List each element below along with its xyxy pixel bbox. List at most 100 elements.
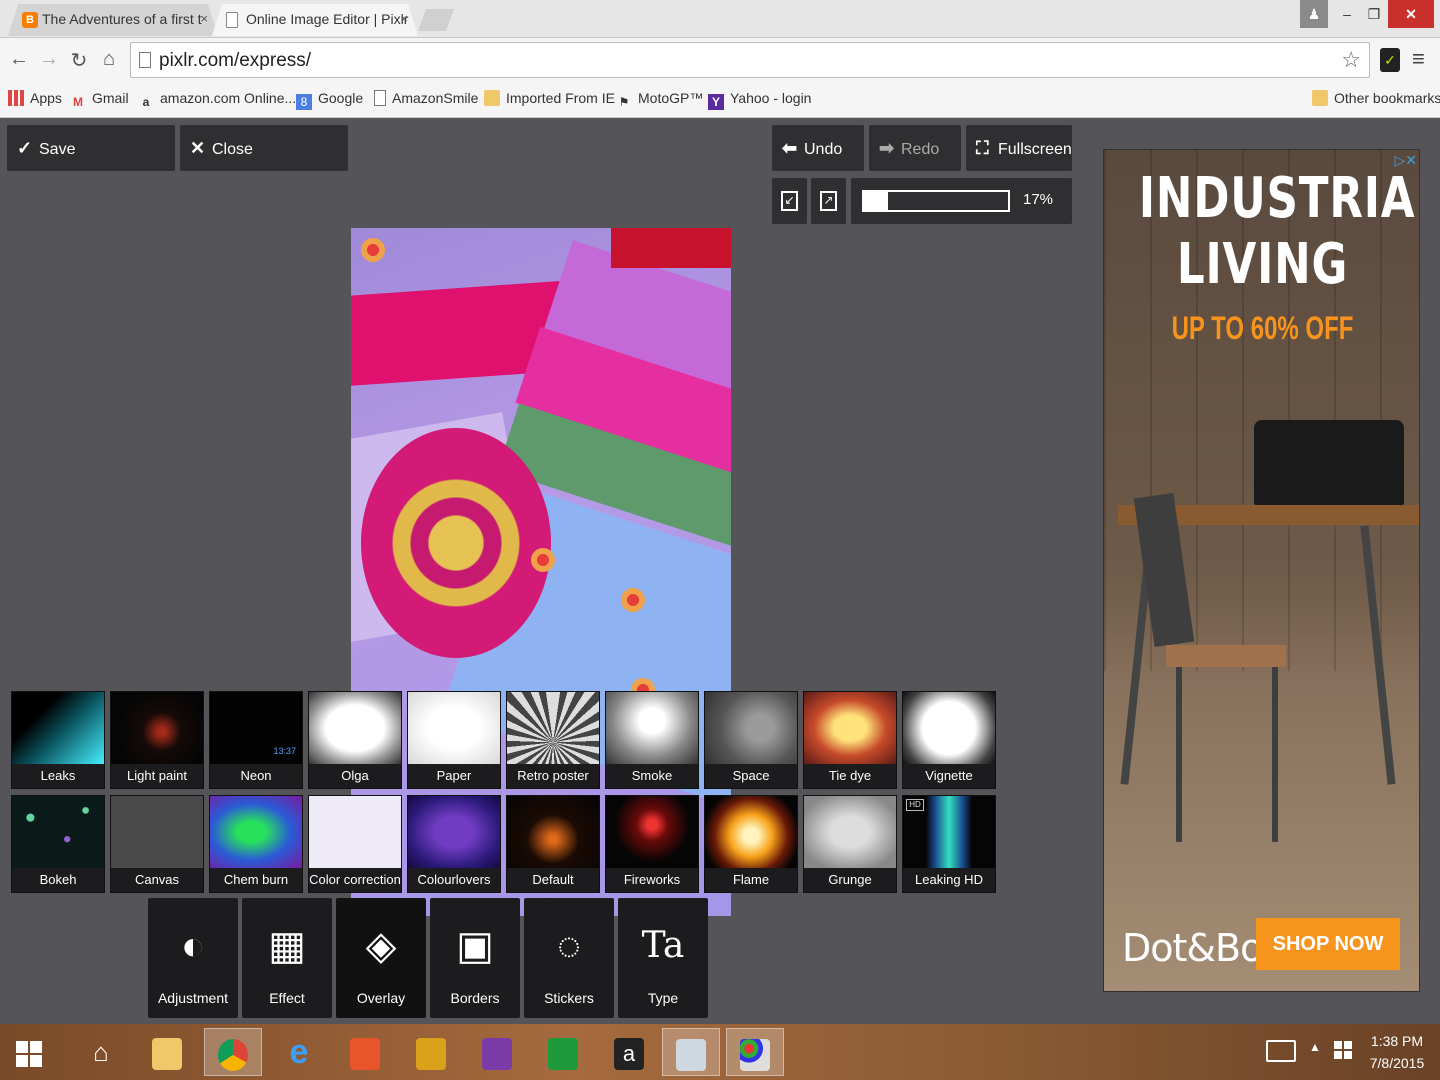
bookmark-yahoo[interactable]: Y Yahoo - login — [708, 90, 811, 110]
overlay-item-paper[interactable]: Paper — [407, 691, 501, 789]
onenote-icon[interactable] — [468, 1028, 526, 1076]
overlay-item-grunge[interactable]: Grunge — [803, 795, 897, 893]
reload-icon[interactable]: ↻ — [66, 48, 92, 73]
window-close-icon[interactable]: ✕ — [1388, 0, 1434, 28]
overlay-item-leaks[interactable]: Leaks — [11, 691, 105, 789]
monitor-icon[interactable] — [662, 1028, 720, 1076]
shop-now-button[interactable]: SHOP NOW — [1256, 918, 1400, 970]
overlay-label: Leaks — [40, 768, 76, 783]
bookmark-amazonsmile[interactable]: AmazonSmile — [374, 90, 478, 106]
fullscreen-icon: ⛶ — [976, 138, 989, 158]
save-button[interactable]: ✓ Save — [7, 125, 175, 171]
clock-time[interactable]: 1:38 PM — [1362, 1033, 1432, 1049]
internet-explorer-icon[interactable]: e — [270, 1028, 328, 1076]
zoom-fit-button[interactable]: ↙ — [772, 178, 807, 224]
gmail-icon: M — [73, 95, 83, 109]
tool-effect[interactable]: ▦ Effect — [242, 898, 332, 1018]
file-explorer-icon[interactable] — [138, 1028, 196, 1076]
overlay-item-default[interactable]: Default — [506, 795, 600, 893]
url-text: pixlr.com/express/ — [159, 50, 312, 71]
action-center-icon[interactable] — [1334, 1041, 1352, 1059]
paint-icon[interactable] — [726, 1028, 784, 1076]
close-icon: ✕ — [190, 138, 206, 158]
chevron-up-icon[interactable]: ▲ — [1309, 1040, 1321, 1054]
overlay-item-tiedye[interactable]: Tie dye — [803, 691, 897, 789]
photo-region — [611, 228, 731, 268]
close-button[interactable]: ✕ Close — [180, 125, 348, 171]
fullscreen-button[interactable]: ⛶ Fullscreen — [966, 125, 1072, 171]
overlay-item-fireworks[interactable]: Fireworks — [605, 795, 699, 893]
overlay-item-canvas[interactable]: Canvas — [110, 795, 204, 893]
ad-logo: Dot&Bo — [1122, 926, 1263, 970]
bookmark-apps[interactable]: Apps — [8, 90, 62, 106]
overlay-thumbnail — [12, 692, 104, 764]
bookmark-motogp[interactable]: ⚑ MotoGP™ — [616, 90, 704, 110]
overlay-item-colorcorr[interactable]: Color correction — [308, 795, 402, 893]
overlay-item-neon[interactable]: 13:37 Neon — [209, 691, 303, 789]
amazon-icon[interactable]: a — [600, 1028, 658, 1076]
zoom-actual-button[interactable]: ↗ — [811, 178, 846, 224]
restore-icon[interactable]: ❐ — [1360, 0, 1388, 28]
bookmark-gmail[interactable]: M Gmail — [70, 90, 129, 110]
photos-icon[interactable] — [336, 1028, 394, 1076]
overlay-item-retro[interactable]: Retro poster — [506, 691, 600, 789]
page-icon — [139, 52, 151, 68]
menu-icon[interactable]: ≡ — [1412, 46, 1425, 72]
overlay-thumbnail — [606, 796, 698, 868]
tool-type[interactable]: Ta Type — [618, 898, 708, 1018]
overlay-item-chemburn[interactable]: Chem burn — [209, 795, 303, 893]
overlay-item-space[interactable]: Space — [704, 691, 798, 789]
minimize-icon[interactable]: – — [1334, 0, 1360, 28]
start-button[interactable] — [0, 1028, 58, 1076]
forward-icon[interactable]: → — [36, 48, 62, 71]
bookmark-other[interactable]: Other bookmarks — [1312, 90, 1440, 106]
tab-pixlr[interactable]: Online Image Editor | Pixlr × — [212, 4, 418, 36]
notes-icon[interactable] — [402, 1028, 460, 1076]
address-bar[interactable]: pixlr.com/express/ ☆ — [130, 42, 1370, 78]
bookmark-amazon[interactable]: a amazon.com Online... — [138, 90, 297, 110]
overlay-item-olga[interactable]: Olga — [308, 691, 402, 789]
overlay-label: Colourlovers — [417, 872, 491, 887]
overlay-item-flame[interactable]: Flame — [704, 795, 798, 893]
overlay-item-lightpaint[interactable]: Light paint — [110, 691, 204, 789]
chair-leg — [1176, 667, 1182, 842]
bookmark-google[interactable]: 8 Google — [296, 90, 363, 110]
tab-close-icon[interactable]: × — [200, 4, 208, 34]
home-icon[interactable]: ⌂ — [96, 48, 122, 71]
clock-date[interactable]: 7/8/2015 — [1362, 1055, 1432, 1071]
undo-arrow-icon: ⬅ — [782, 138, 798, 158]
overlay-item-bokeh[interactable]: Bokeh — [11, 795, 105, 893]
overlay-label: Vignette — [925, 768, 973, 783]
typewriter-image — [1254, 420, 1404, 505]
undo-button[interactable]: ⬅ Undo — [772, 125, 864, 171]
tab-blog[interactable]: B The Adventures of a first t × — [8, 4, 218, 36]
new-tab-button[interactable] — [418, 9, 454, 31]
chrome-icon[interactable] — [204, 1028, 262, 1076]
tool-borders[interactable]: ▣ Borders — [430, 898, 520, 1018]
overlay-item-leakinghd[interactable]: HD Leaking HD — [902, 795, 996, 893]
back-icon[interactable]: ← — [6, 48, 32, 71]
bookmark-star-icon[interactable]: ☆ — [1341, 47, 1361, 73]
tool-stickers[interactable]: ◌ Stickers — [524, 898, 614, 1018]
overlay-thumbnail — [507, 692, 599, 764]
overlay-label: Light paint — [127, 768, 187, 783]
tool-adjustment[interactable]: ◐ Adjustment — [148, 898, 238, 1018]
excel-icon[interactable] — [534, 1028, 592, 1076]
taskbar: ⌂ e a — [0, 1024, 1440, 1080]
bookmark-imported-from-ie[interactable]: Imported From IE — [484, 90, 615, 106]
overlay-thumbnail — [408, 692, 500, 764]
redo-button[interactable]: ➡ Redo — [869, 125, 961, 171]
extension-icon[interactable]: ✓ — [1380, 48, 1400, 72]
overlay-item-colourlovers[interactable]: Colourlovers — [407, 795, 501, 893]
user-icon[interactable]: ♟ — [1300, 0, 1328, 28]
tool-bar: ◐ Adjustment ▦ Effect ◈ Overlay ▣ Borders ◌ Stick… — [148, 898, 708, 1018]
keyboard-icon[interactable] — [1266, 1040, 1296, 1062]
tool-overlay[interactable]: ◈ Overlay — [336, 898, 426, 1018]
tab-close-icon[interactable]: × — [400, 4, 408, 34]
home-icon[interactable]: ⌂ — [72, 1028, 130, 1076]
zoom-slider[interactable] — [862, 190, 1010, 212]
overlay-item-smoke[interactable]: Smoke — [605, 691, 699, 789]
overlay-item-vignette[interactable]: Vignette — [902, 691, 996, 789]
overlay-thumbnail — [408, 796, 500, 868]
advertisement[interactable]: ▷✕ INDUSTRIAL LIVING UP TO 60% OFF Dot&B… — [1103, 149, 1420, 992]
